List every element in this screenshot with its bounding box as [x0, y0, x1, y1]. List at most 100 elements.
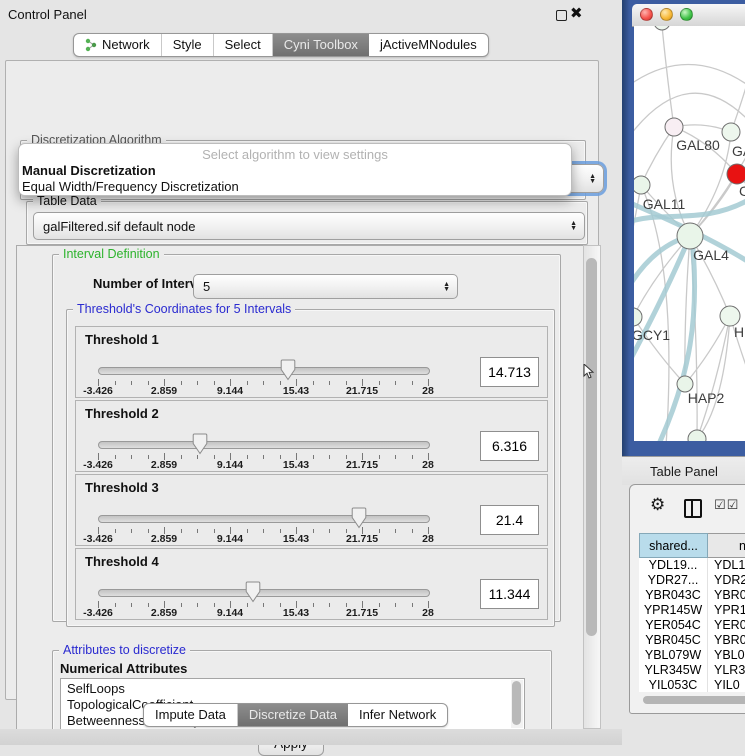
tab-infer-network[interactable]: Infer Network: [348, 704, 447, 726]
minimize-traffic-light[interactable]: [660, 8, 673, 21]
dropdown-item[interactable]: Select algorithm to view settings: [19, 147, 571, 163]
table-row[interactable]: YBR045CYBR0: [639, 633, 745, 648]
table-horizontal-scrollbar[interactable]: [635, 695, 745, 705]
scale-label: 9.144: [217, 533, 243, 545]
gear-icon[interactable]: ⚙: [650, 495, 665, 515]
group-title: Attributes to discretize: [59, 643, 190, 657]
zoom-traffic-light[interactable]: [680, 8, 693, 21]
tab-label: Style: [173, 34, 202, 56]
table-row[interactable]: YDR27...YDR2: [639, 573, 745, 588]
slider-track[interactable]: [98, 367, 430, 375]
algorithm-dropdown-popup: Select algorithm to view settingsManual …: [18, 143, 572, 196]
scale-label: 9.144: [217, 607, 243, 619]
network-edge: [690, 146, 745, 236]
node-gcy1[interactable]: [634, 308, 642, 326]
slider-scale: -3.4262.8599.14415.4321.71528: [76, 385, 547, 397]
close-traffic-light[interactable]: [640, 8, 653, 21]
table-row[interactable]: YLR345WYLR3: [639, 663, 745, 678]
table-row[interactable]: YBR043CYBR0: [639, 588, 745, 603]
cell-name: YER0: [708, 618, 745, 633]
scale-label: 28: [422, 385, 434, 397]
scrollbar-thumb[interactable]: [512, 681, 521, 725]
network-edge: [641, 127, 674, 185]
slider-track[interactable]: [98, 441, 430, 449]
columns-icon[interactable]: [684, 499, 702, 518]
table-panel: ⚙ ☑☑ shared... n YDL19...YDL1YDR27...YDR…: [629, 484, 745, 714]
scrollbar-thumb[interactable]: [586, 258, 597, 636]
threshold-label: Threshold 4: [85, 554, 159, 569]
slider-track[interactable]: [98, 589, 430, 597]
node-label: GAL4: [693, 247, 729, 263]
group-title: Threshold's Coordinates for 5 Intervals: [73, 302, 295, 316]
panel-title: Control Panel: [8, 7, 87, 22]
column-header-name[interactable]: n: [708, 533, 745, 558]
network-canvas[interactable]: GAL80GACGAL11GAL4GCY1HHAP2: [634, 26, 745, 441]
threshold-value-box[interactable]: 6.316: [480, 431, 539, 461]
bottom-tab-bar: Impute Data Discretize Data Infer Network: [143, 703, 448, 727]
scale-label: 2.859: [151, 385, 177, 397]
node-bottom-partial[interactable]: [688, 430, 706, 441]
scale-label: 28: [422, 607, 434, 619]
cell-shared-name: YIL053C: [639, 678, 708, 692]
network-window-titlebar[interactable]: [632, 4, 745, 27]
slider-track[interactable]: [98, 515, 430, 523]
node-label: GCY1: [634, 327, 670, 343]
table-row[interactable]: YPR145WYPR1: [639, 603, 745, 618]
cell-shared-name: YDR27...: [639, 573, 708, 588]
tab-label: Network: [102, 34, 150, 56]
number-of-intervals-combo[interactable]: 5 ▲▼: [193, 274, 458, 299]
node-table: shared... n YDL19...YDL1YDR27...YDR2YBR0…: [639, 533, 745, 692]
slider-thumb[interactable]: [280, 359, 296, 381]
threshold-value-box[interactable]: 11.344: [480, 579, 539, 609]
threshold-value-box[interactable]: 21.4: [480, 505, 539, 535]
scale-label: -3.426: [83, 607, 113, 619]
slider-scale: -3.4262.8599.14415.4321.71528: [76, 459, 547, 471]
tab-cyni-toolbox[interactable]: Cyni Toolbox: [273, 34, 369, 56]
tab-discretize-data[interactable]: Discretize Data: [238, 704, 348, 726]
tab-style[interactable]: Style: [162, 34, 214, 56]
checkbox-icons[interactable]: ☑☑: [714, 497, 739, 513]
network-view-window[interactable]: GAL80GACGAL11GAL4GCY1HHAP2: [622, 0, 745, 456]
column-header-shared-name[interactable]: shared...: [639, 533, 708, 558]
table-rows: YDL19...YDL1YDR27...YDR2YBR043CYBR0YPR14…: [639, 558, 745, 692]
tab-jactivemnodules[interactable]: jActiveMNodules: [369, 34, 488, 56]
close-icon[interactable]: ✖: [570, 4, 583, 22]
threshold-value-box[interactable]: 14.713: [480, 357, 539, 387]
cell-shared-name: YDL19...: [639, 558, 708, 573]
table-row[interactable]: YBL079WYBL0: [639, 648, 745, 663]
tab-label: Discretize Data: [249, 704, 337, 726]
table-row[interactable]: YER054CYER0: [639, 618, 745, 633]
dropdown-item[interactable]: Manual Discretization: [19, 163, 571, 179]
cell-shared-name: YBL079W: [639, 648, 708, 663]
node-ga[interactable]: [722, 123, 740, 141]
scale-label: 21.715: [346, 459, 378, 471]
cell-name: YBL0: [708, 648, 745, 663]
tab-network[interactable]: Network: [74, 34, 162, 56]
slider-thumb[interactable]: [245, 581, 261, 603]
attributes-list-scrollbar[interactable]: [511, 680, 523, 728]
node-h[interactable]: [720, 306, 740, 326]
attribute-item[interactable]: SelfLoops: [61, 681, 524, 697]
node-label: C: [739, 183, 745, 199]
node-gal4[interactable]: [677, 223, 703, 249]
cell-name: YPR1: [708, 603, 745, 618]
tab-impute-data[interactable]: Impute Data: [144, 704, 238, 726]
tab-select[interactable]: Select: [214, 34, 273, 56]
slider-scale: -3.4262.8599.14415.4321.71528: [76, 533, 547, 545]
node-gal11[interactable]: [634, 176, 650, 194]
float-window-icon[interactable]: [556, 10, 567, 21]
scale-label: 2.859: [151, 533, 177, 545]
node-top-partial[interactable]: [654, 26, 670, 30]
cell-name: YIL0: [708, 678, 745, 692]
table-panel-title: Table Panel: [650, 464, 718, 479]
node-gal80[interactable]: [665, 118, 683, 136]
scale-label: 28: [422, 459, 434, 471]
slider-thumb[interactable]: [351, 507, 367, 529]
table-data-combo[interactable]: galFiltered.sif default node ▲▼: [33, 212, 585, 240]
slider-thumb[interactable]: [192, 433, 208, 455]
dropdown-item[interactable]: Equal Width/Frequency Discretization: [19, 179, 571, 195]
node-red-selected[interactable]: [727, 164, 745, 184]
table-row[interactable]: YDL19...YDL1: [639, 558, 745, 573]
table-row[interactable]: YIL053CYIL0: [639, 678, 745, 692]
scrollbar-thumb[interactable]: [643, 696, 745, 704]
